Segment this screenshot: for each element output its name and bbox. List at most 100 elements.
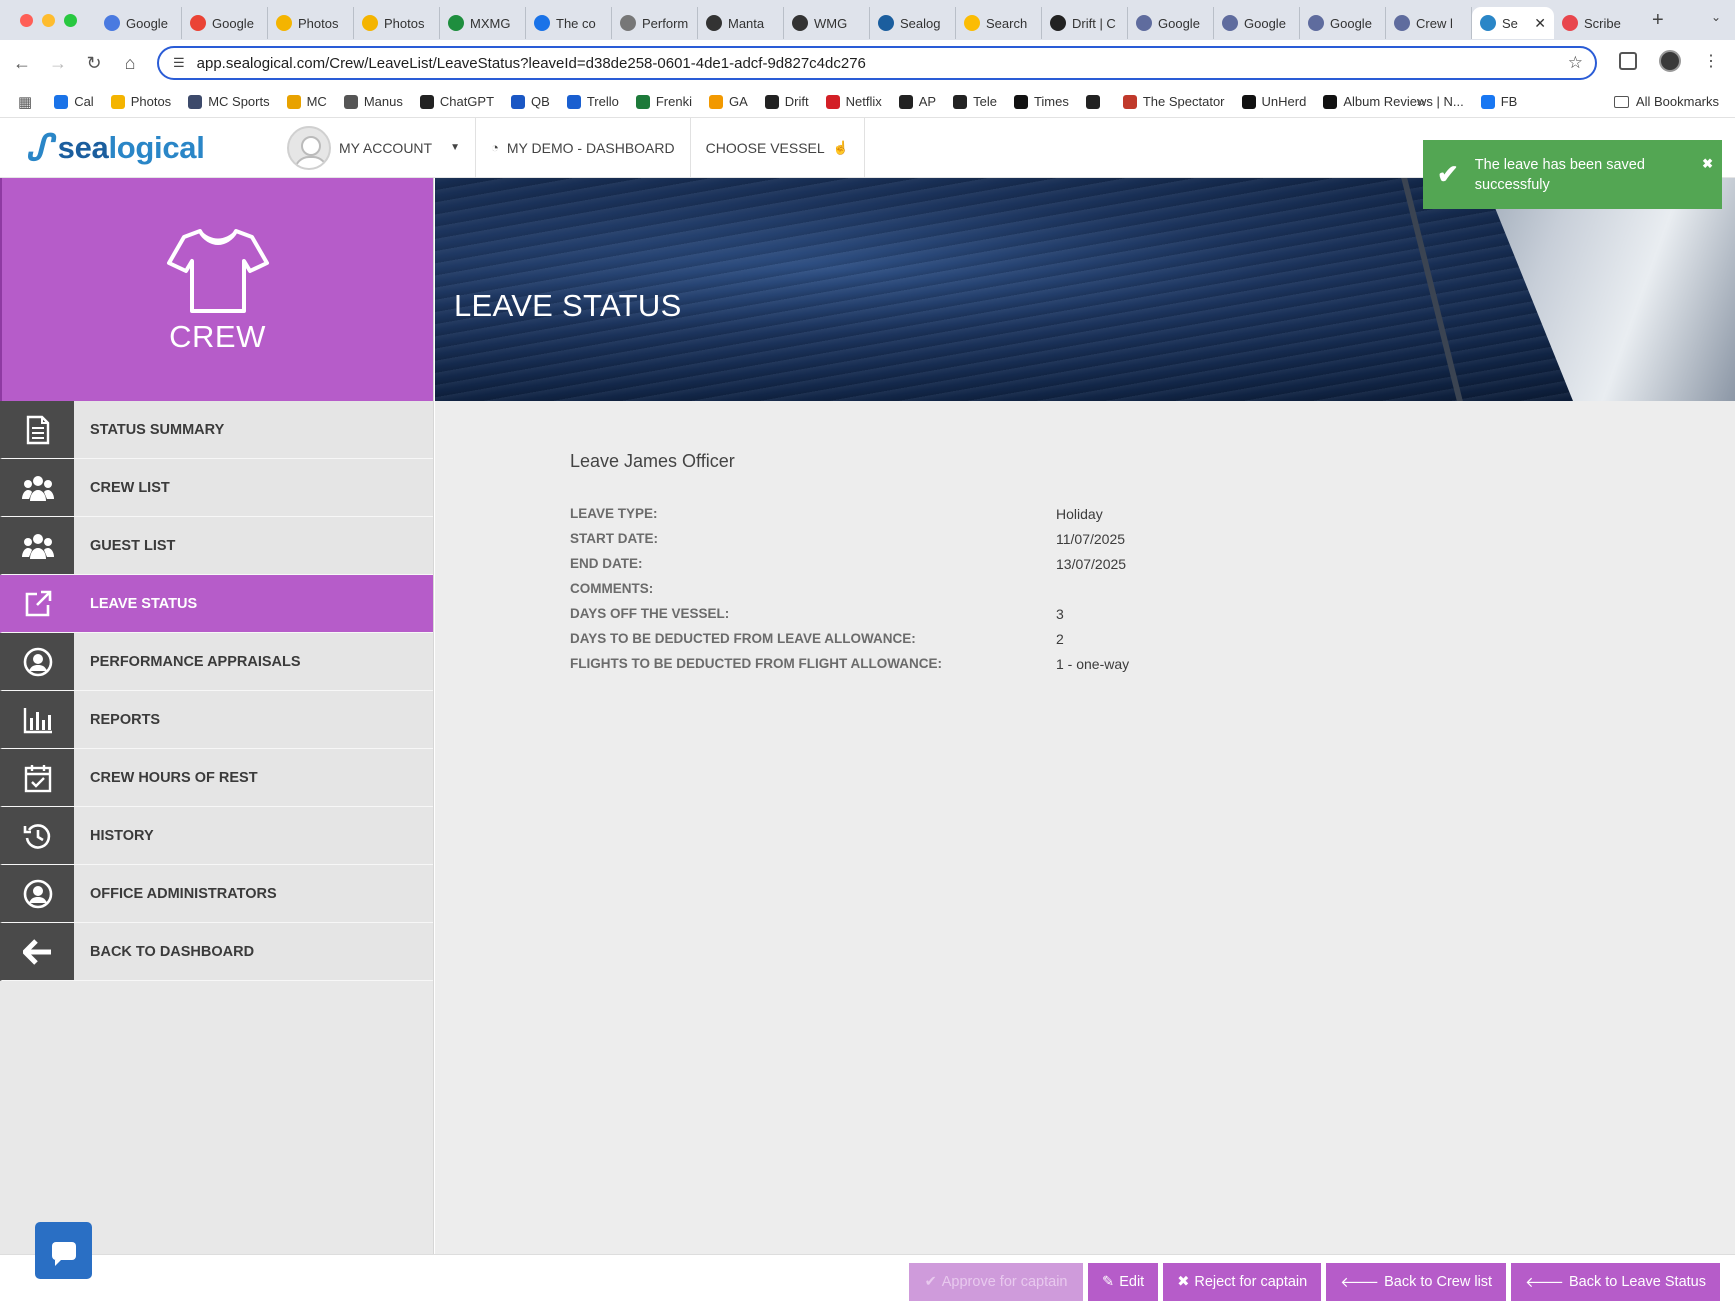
sidebar-item-crew-hours-of-rest[interactable]: CREW HOURS OF REST bbox=[0, 749, 433, 807]
sidebar-item-crew-list[interactable]: CREW LIST bbox=[0, 459, 433, 517]
sidebar-item-label: LEAVE STATUS bbox=[74, 575, 433, 632]
sidebar-item-status-summary[interactable]: STATUS SUMMARY bbox=[0, 401, 433, 459]
my-account-menu[interactable]: MY ACCOUNT ▼ bbox=[272, 117, 476, 178]
users-icon bbox=[2, 459, 74, 516]
approve-for-captain-button[interactable]: ✔ Approve for captain bbox=[909, 1263, 1084, 1301]
reload-icon[interactable]: ↻ bbox=[76, 53, 112, 74]
sealogical-logo[interactable]: ᔑ sealogical bbox=[0, 127, 272, 169]
maximize-window-button[interactable] bbox=[64, 13, 77, 27]
browser-tab[interactable]: Photos bbox=[354, 7, 440, 39]
browser-tab[interactable]: Drift | C bbox=[1042, 7, 1128, 39]
field-label: END DATE: bbox=[570, 556, 643, 571]
detail-row: COMMENTS: bbox=[570, 576, 1129, 601]
browser-tab[interactable]: Photos bbox=[268, 7, 354, 39]
bookmark-item[interactable]: MC bbox=[286, 94, 327, 109]
document-icon bbox=[2, 401, 74, 458]
bookmark-star-icon[interactable]: ☆ bbox=[1568, 53, 1583, 73]
profile-avatar[interactable] bbox=[1659, 50, 1681, 72]
close-tab-icon[interactable]: ✕ bbox=[1534, 15, 1546, 32]
bookmark-favicon-icon bbox=[511, 94, 526, 109]
browser-tab[interactable]: Google bbox=[182, 7, 268, 39]
tab-favicon-icon bbox=[792, 15, 808, 31]
more-bookmarks-icon[interactable]: » bbox=[1417, 93, 1425, 110]
browser-tab[interactable]: Google bbox=[1128, 7, 1214, 39]
choose-vessel-link[interactable]: CHOOSE VESSEL ☝ bbox=[691, 117, 865, 178]
bookmark-item[interactable]: Tele bbox=[953, 94, 997, 109]
browser-tab[interactable]: Scribe bbox=[1554, 7, 1640, 39]
browser-tab[interactable]: Sealog bbox=[870, 7, 956, 39]
main-content: LEAVE STATUS Leave James Officer LEAVE T… bbox=[435, 178, 1735, 1254]
sidebar-item-back-to-dashboard[interactable]: BACK TO DASHBOARD bbox=[0, 923, 433, 981]
bookmark-item[interactable]: AP bbox=[898, 94, 936, 109]
browser-menu-icon[interactable]: ⋮ bbox=[1703, 51, 1719, 71]
sidebar-item-performance-appraisals[interactable]: PERFORMANCE APPRAISALS bbox=[0, 633, 433, 691]
bookmark-item[interactable] bbox=[1085, 94, 1106, 109]
browser-tab[interactable]: Google bbox=[1300, 7, 1386, 39]
sidebar-item-history[interactable]: HISTORY bbox=[0, 807, 433, 865]
bookmark-item[interactable]: UnHerd bbox=[1241, 94, 1306, 109]
browser-tab[interactable]: The co bbox=[526, 7, 612, 39]
chat-widget-button[interactable] bbox=[35, 1222, 92, 1279]
bookmark-label: MC Sports bbox=[208, 94, 270, 109]
browser-tab[interactable]: Search bbox=[956, 7, 1042, 39]
site-info-icon[interactable]: ☰ bbox=[173, 55, 185, 71]
extensions-icon[interactable] bbox=[1619, 52, 1637, 70]
bookmark-item[interactable]: QB bbox=[511, 94, 550, 109]
bookmark-item[interactable]: Album Reviews | N... bbox=[1323, 94, 1464, 109]
back-to-leave-status-button[interactable]: 🡐 Back to Leave Status bbox=[1511, 1263, 1720, 1301]
bookmark-item[interactable]: MC Sports bbox=[188, 94, 270, 109]
forward-arrow-icon[interactable]: → bbox=[40, 53, 76, 74]
browser-tab[interactable]: Google bbox=[1214, 7, 1300, 39]
sidebar-item-leave-status[interactable]: LEAVE STATUS bbox=[0, 575, 433, 633]
sidebar-item-reports[interactable]: REPORTS bbox=[0, 691, 433, 749]
browser-tab[interactable]: MXMG bbox=[440, 7, 526, 39]
close-window-button[interactable] bbox=[20, 13, 33, 27]
home-icon[interactable]: ⌂ bbox=[112, 53, 148, 74]
demo-dashboard-label: MY DEMO - DASHBOARD bbox=[506, 139, 675, 156]
all-bookmarks-button[interactable]: All Bookmarks bbox=[1613, 94, 1719, 109]
user-circle-icon bbox=[2, 633, 74, 690]
sidebar-item-label: OFFICE ADMINISTRATORS bbox=[74, 865, 433, 922]
browser-tab[interactable]: Google bbox=[96, 7, 182, 39]
back-arrow-icon[interactable]: ← bbox=[4, 53, 40, 74]
toast-close-icon[interactable]: ✖ bbox=[1702, 156, 1713, 172]
sidebar-item-guest-list[interactable]: GUEST LIST bbox=[0, 517, 433, 575]
field-value: 3 bbox=[1056, 605, 1064, 622]
tab-label: Perform bbox=[642, 15, 689, 31]
reject-for-captain-button[interactable]: ✖ Reject for captain bbox=[1163, 1263, 1322, 1301]
edit-button[interactable]: ✎ Edit bbox=[1088, 1263, 1159, 1301]
tab-search-chevron-icon[interactable]: ⌄ bbox=[1711, 10, 1721, 24]
bookmark-item[interactable]: Cal bbox=[54, 94, 94, 109]
bookmark-item[interactable]: ChatGPT bbox=[419, 94, 494, 109]
tab-label: The co bbox=[556, 15, 596, 31]
bookmark-label: Tele bbox=[973, 94, 997, 109]
address-bar[interactable]: ☰ app.sealogical.com/Crew/LeaveList/Leav… bbox=[157, 46, 1597, 80]
bookmark-item[interactable]: Netflix bbox=[825, 94, 882, 109]
sidebar-item-office-administrators[interactable]: OFFICE ADMINISTRATORS bbox=[0, 865, 433, 923]
checkmark-icon: ✔ bbox=[1437, 159, 1459, 189]
browser-tab[interactable]: WMG bbox=[784, 7, 870, 39]
demo-dashboard-link[interactable]: ◔ MY DEMO - DASHBOARD bbox=[476, 117, 691, 178]
bookmark-favicon-icon bbox=[825, 94, 840, 109]
bookmark-item[interactable]: FB bbox=[1480, 94, 1517, 109]
url-text: app.sealogical.com/Crew/LeaveList/LeaveS… bbox=[196, 54, 866, 72]
bookmark-label: Netflix bbox=[845, 94, 882, 109]
bookmark-item[interactable]: Trello bbox=[566, 94, 619, 109]
bookmark-item[interactable]: GA bbox=[708, 94, 748, 109]
browser-tab[interactable]: Crew l bbox=[1386, 7, 1472, 39]
bookmark-item[interactable]: Manus bbox=[343, 94, 403, 109]
minimize-window-button[interactable] bbox=[42, 13, 55, 27]
tab-label: Google bbox=[1158, 15, 1200, 31]
apps-grid-icon[interactable]: ▦ bbox=[18, 93, 32, 111]
bookmark-item[interactable]: Frenki bbox=[635, 94, 692, 109]
browser-tab[interactable]: Perform bbox=[612, 7, 698, 39]
bookmark-item[interactable]: Photos bbox=[110, 94, 171, 109]
browser-tab-active[interactable]: Se ✕ bbox=[1472, 7, 1554, 39]
back-to-crew-list-button[interactable]: 🡐 Back to Crew list bbox=[1326, 1263, 1507, 1301]
browser-tab[interactable]: Manta bbox=[698, 7, 784, 39]
bookmark-item[interactable]: The Spectator bbox=[1122, 94, 1225, 109]
bookmark-item[interactable]: Drift bbox=[764, 94, 809, 109]
bookmark-item[interactable]: Times bbox=[1013, 94, 1069, 109]
my-account-label: MY ACCOUNT bbox=[339, 139, 433, 156]
new-tab-button[interactable]: + bbox=[1652, 9, 1664, 32]
